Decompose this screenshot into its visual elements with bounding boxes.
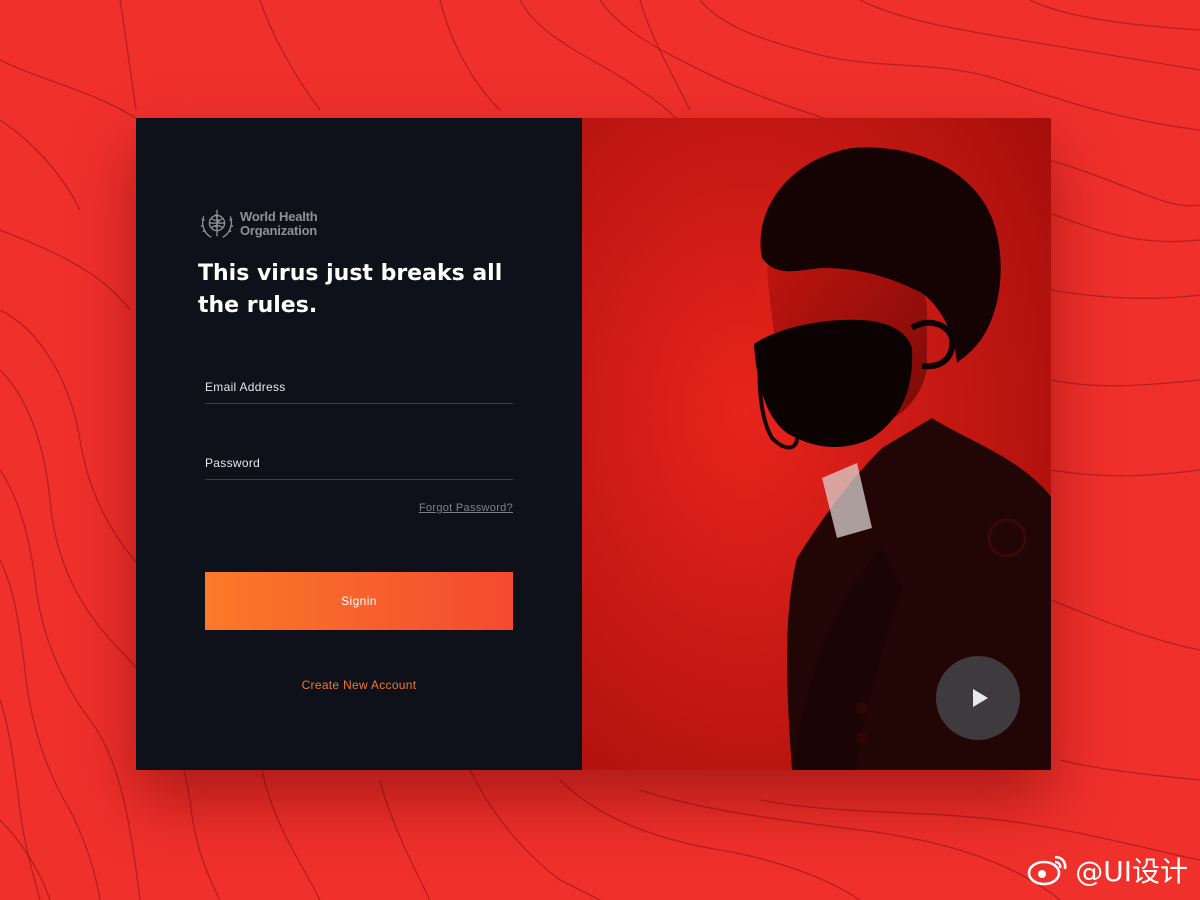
password-field-underline (205, 479, 513, 480)
page-headline: This virus just breaks all the rules. (198, 261, 503, 318)
signin-button[interactable]: Signin (205, 572, 513, 630)
create-account-link[interactable]: Create New Account (205, 678, 513, 692)
watermark: @UI设计 (1027, 850, 1188, 890)
brand-name: World Health Organization (240, 210, 318, 238)
watermark-text: @UI设计 (1075, 855, 1188, 888)
forgot-password-link[interactable]: Forgot Password? (419, 502, 513, 514)
brand-logo: World Health Organization (198, 205, 318, 243)
brand-name-line2: Organization (240, 223, 318, 238)
password-field[interactable]: Password (205, 456, 513, 480)
play-video-button[interactable] (936, 656, 1020, 740)
email-field-underline (205, 403, 513, 404)
brand-name-line1: World Health (240, 209, 318, 224)
password-field-label: Password (205, 456, 261, 470)
play-icon (972, 689, 988, 707)
email-field[interactable]: Email Address (205, 380, 513, 404)
login-panel: World Health Organization This virus jus… (136, 118, 582, 770)
email-field-label: Email Address (205, 380, 286, 394)
weibo-icon (1027, 855, 1067, 886)
hero-image-panel (582, 118, 1051, 770)
who-emblem-icon (200, 209, 234, 238)
login-card: World Health Organization This virus jus… (136, 118, 1051, 770)
